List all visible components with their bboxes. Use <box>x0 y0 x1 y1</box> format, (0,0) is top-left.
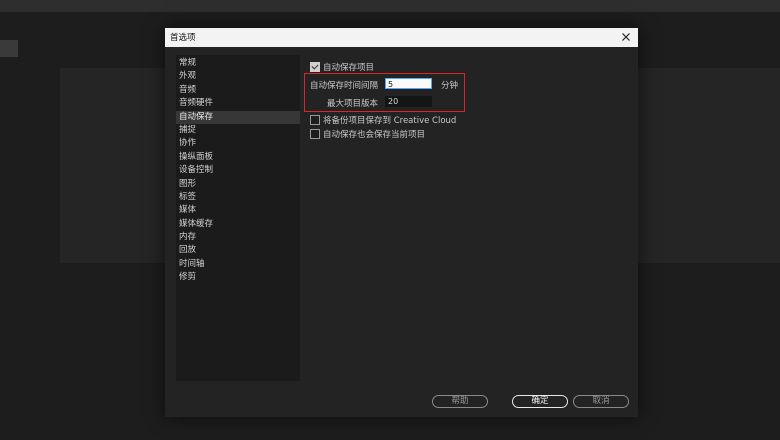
app-top-bar <box>0 0 780 12</box>
sidebar-item-graphics[interactable]: 图形 <box>176 178 300 191</box>
auto-save-project-option[interactable]: 自动保存项目 <box>310 61 374 73</box>
sidebar-item-timeline[interactable]: 时间轴 <box>176 258 300 271</box>
close-icon <box>622 33 630 41</box>
sidebar-item-collaboration[interactable]: 协作 <box>176 137 300 150</box>
sidebar-item-audio-hardware[interactable]: 音频硬件 <box>176 97 300 110</box>
cancel-button[interactable]: 取消 <box>573 395 629 408</box>
sidebar-item-playback[interactable]: 回放 <box>176 244 300 257</box>
help-button[interactable]: 帮助 <box>432 395 488 408</box>
sidebar-item-trim[interactable]: 修剪 <box>176 271 300 284</box>
sidebar-item-control-surface[interactable]: 操纵面板 <box>176 151 300 164</box>
sidebar-item-labels[interactable]: 标签 <box>176 191 300 204</box>
auto-save-project-label: 自动保存项目 <box>323 63 375 73</box>
save-to-creative-cloud-label: 将备份项目保存到 Creative Cloud <box>323 116 457 126</box>
ok-button[interactable]: 确定 <box>512 395 568 408</box>
sidebar-item-media[interactable]: 媒体 <box>176 204 300 217</box>
save-to-creative-cloud-checkbox[interactable] <box>310 114 320 125</box>
sidebar-item-general[interactable]: 常规 <box>176 57 300 70</box>
max-project-versions-input[interactable]: 20 <box>385 96 432 107</box>
sidebar-item-memory[interactable]: 内存 <box>176 231 300 244</box>
sidebar-item-capture[interactable]: 捕捉 <box>176 124 300 137</box>
save-current-project-checkbox[interactable] <box>310 128 320 139</box>
dialog-title: 首选项 <box>170 33 196 43</box>
sidebar-item-device-control[interactable]: 设备控制 <box>176 164 300 177</box>
auto-save-project-checkbox[interactable] <box>310 61 320 72</box>
sidebar-item-audio[interactable]: 音频 <box>176 84 300 97</box>
max-project-versions-label: 最大项目版本 <box>327 99 379 109</box>
close-button[interactable] <box>618 29 634 45</box>
interval-unit-label: 分钟 <box>441 81 459 91</box>
auto-save-interval-label: 自动保存时间间隔 <box>310 81 379 91</box>
preferences-dialog: 首选项 常规 外观 音频 音频硬件 自动保存 捕捉 协作 操纵面板 设备控制 图… <box>165 28 638 417</box>
app-left-panel-tab <box>0 40 18 57</box>
save-to-creative-cloud-option[interactable]: 将备份项目保存到 Creative Cloud <box>310 114 456 126</box>
auto-save-interval-input[interactable]: 5 <box>385 78 432 89</box>
dialog-titlebar: 首选项 <box>165 28 638 47</box>
preferences-category-list: 常规 外观 音频 音频硬件 自动保存 捕捉 协作 操纵面板 设备控制 图形 标签… <box>176 55 300 381</box>
save-current-project-label: 自动保存也会保存当前项目 <box>323 130 426 140</box>
save-current-project-option[interactable]: 自动保存也会保存当前项目 <box>310 128 425 140</box>
sidebar-item-appearance[interactable]: 外观 <box>176 70 300 83</box>
sidebar-item-auto-save[interactable]: 自动保存 <box>176 110 300 124</box>
sidebar-item-media-cache[interactable]: 媒体缓存 <box>176 218 300 231</box>
